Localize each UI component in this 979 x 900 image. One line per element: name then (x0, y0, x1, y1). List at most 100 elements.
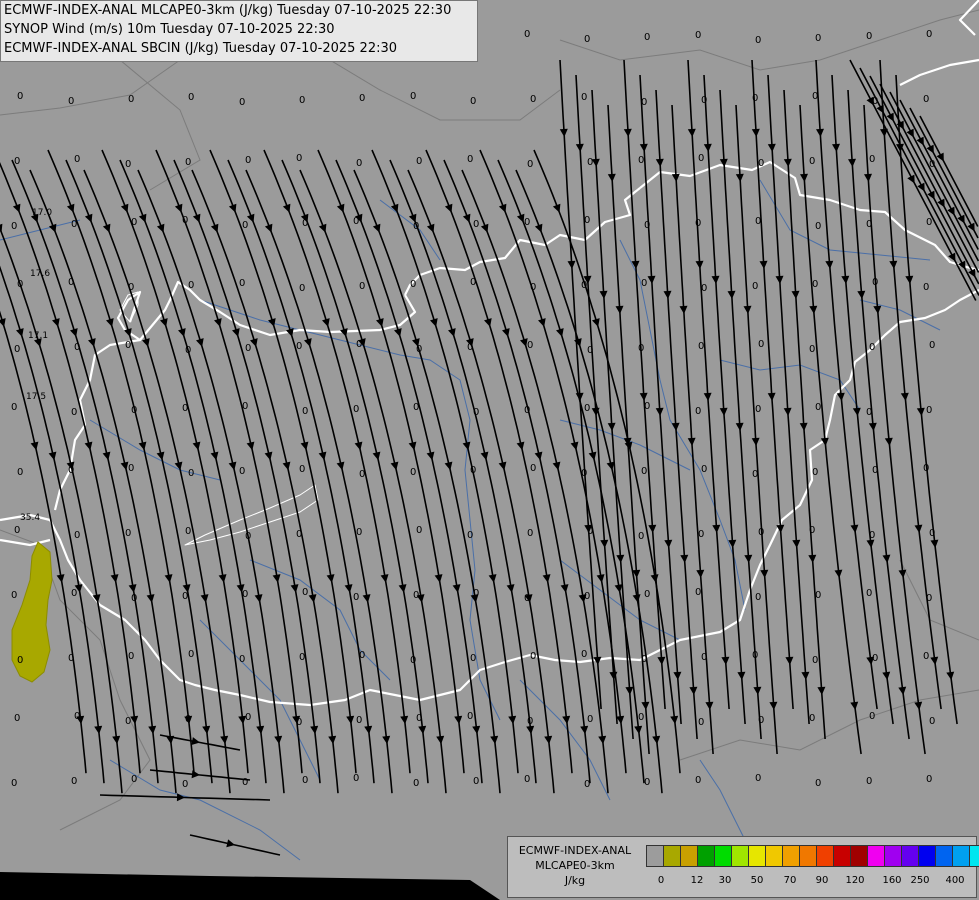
cin-value-label: 0 (239, 466, 245, 477)
cin-value-label: 0 (188, 468, 194, 479)
cin-value-label: 0 (245, 712, 251, 723)
cin-value-label: 0 (245, 531, 251, 542)
legend-swatch (868, 846, 885, 866)
cin-value-label: 0 (581, 649, 587, 660)
cin-value-label: 0 (14, 156, 20, 167)
legend-swatch (885, 846, 902, 866)
cin-value-label: 0 (815, 33, 821, 44)
legend-swatch (766, 846, 783, 866)
cin-value-label: 0 (695, 218, 701, 229)
cin-value-label: 0 (353, 216, 359, 227)
cin-value-label: 0 (11, 590, 17, 601)
cin-value-label: 0 (695, 30, 701, 41)
cin-value-label: 0 (467, 711, 473, 722)
cin-value-label: 0 (587, 345, 593, 356)
cin-value-label: 0 (239, 97, 245, 108)
cin-value-label: 0 (641, 466, 647, 477)
cin-value-label: 0 (809, 156, 815, 167)
cin-value-label: 0 (74, 530, 80, 541)
cin-special-label: 17.5 (26, 392, 46, 402)
legend-swatch (902, 846, 919, 866)
cin-value-label: 0 (755, 35, 761, 46)
cin-value-label: 0 (644, 401, 650, 412)
cin-value-label: 0 (71, 407, 77, 418)
legend-tick-label: 50 (750, 875, 764, 886)
legend-swatch (647, 846, 664, 866)
legend-tick-label: 160 (882, 875, 902, 886)
cin-value-label: 0 (872, 465, 878, 476)
cin-value-label: 0 (644, 32, 650, 43)
cin-value-label: 0 (527, 716, 533, 727)
cin-value-label: 0 (698, 529, 704, 540)
legend-swatch (715, 846, 732, 866)
cin-value-label: 0 (755, 404, 761, 415)
cin-value-label: 0 (638, 155, 644, 166)
cin-value-label: 0 (812, 91, 818, 102)
legend-title: ECMWF-INDEX-ANAL MLCAPE0-3km J/kg (510, 843, 640, 888)
cin-value-label: 0 (188, 92, 194, 103)
cin-value-label: 0 (809, 713, 815, 724)
legend-tick-label: 400 (945, 875, 965, 886)
cin-value-label: 0 (14, 525, 20, 536)
cin-value-label: 0 (701, 95, 707, 106)
cin-value-label: 0 (527, 159, 533, 170)
cin-value-label: 0 (131, 217, 137, 228)
cin-value-label: 0 (587, 526, 593, 537)
cin-value-label: 0 (926, 774, 932, 785)
cin-value-label: 0 (182, 215, 188, 226)
cin-value-label: 0 (587, 157, 593, 168)
cin-value-label: 0 (125, 340, 131, 351)
color-legend: ECMWF-INDEX-ANAL MLCAPE0-3km J/kg 0 12 30 5… (507, 836, 979, 898)
cin-value-label: 0 (527, 528, 533, 539)
cin-value-label: 0 (809, 344, 815, 355)
cin-value-label: 0 (587, 714, 593, 725)
legend-swatches (646, 845, 979, 867)
cin-value-label: 0 (584, 403, 590, 414)
cin-value-label: 0 (584, 591, 590, 602)
cin-value-label: 0 (17, 655, 23, 666)
cin-value-label: 0 (410, 655, 416, 666)
cin-value-label: 0 (353, 592, 359, 603)
cin-value-label: 0 (68, 465, 74, 476)
cin-value-label: 0 (869, 154, 875, 165)
cin-value-label: 0 (869, 342, 875, 353)
cin-value-label: 0 (527, 340, 533, 351)
cin-value-label: 0 (815, 778, 821, 789)
cin-value-label: 0 (929, 159, 935, 170)
legend-tick-label: 120 (845, 875, 865, 886)
cin-value-label: 0 (299, 464, 305, 475)
cin-value-label: 0 (584, 779, 590, 790)
cin-value-label: 0 (359, 650, 365, 661)
cin-value-label: 0 (926, 593, 932, 604)
cin-value-label: 0 (929, 528, 935, 539)
cin-value-label: 0 (74, 711, 80, 722)
cin-value-label: 0 (698, 153, 704, 164)
cin-value-label: 0 (926, 29, 932, 40)
cin-value-label: 0 (638, 712, 644, 723)
cin-value-label: 0 (302, 775, 308, 786)
cin-value-label: 0 (359, 281, 365, 292)
legend-swatch (749, 846, 766, 866)
legend-swatch (732, 846, 749, 866)
legend-swatch (783, 846, 800, 866)
cin-value-label: 0 (581, 468, 587, 479)
cin-value-label: 0 (467, 342, 473, 353)
cin-value-label: 0 (299, 652, 305, 663)
cin-value-label: 0 (530, 651, 536, 662)
cin-value-label: 0 (185, 526, 191, 537)
cin-value-label: 0 (302, 406, 308, 417)
cin-value-label: 0 (68, 96, 74, 107)
cin-value-label: 0 (701, 464, 707, 475)
cin-value-label: 0 (125, 159, 131, 170)
cin-value-label: 0 (869, 530, 875, 541)
cin-value-label: 0 (245, 155, 251, 166)
cin-value-label: 0 (131, 405, 137, 416)
legend-title-param: MLCAPE0-3km (535, 859, 615, 872)
cin-value-label: 0 (74, 154, 80, 165)
legend-swatch (851, 846, 868, 866)
cin-value-label: 0 (752, 469, 758, 480)
map-title-box: ECMWF-INDEX-ANAL MLCAPE0-3km (J/kg) Tues… (0, 0, 478, 62)
cin-value-label: 0 (872, 653, 878, 664)
cin-value-label: 0 (926, 405, 932, 416)
cin-value-label: 0 (695, 775, 701, 786)
